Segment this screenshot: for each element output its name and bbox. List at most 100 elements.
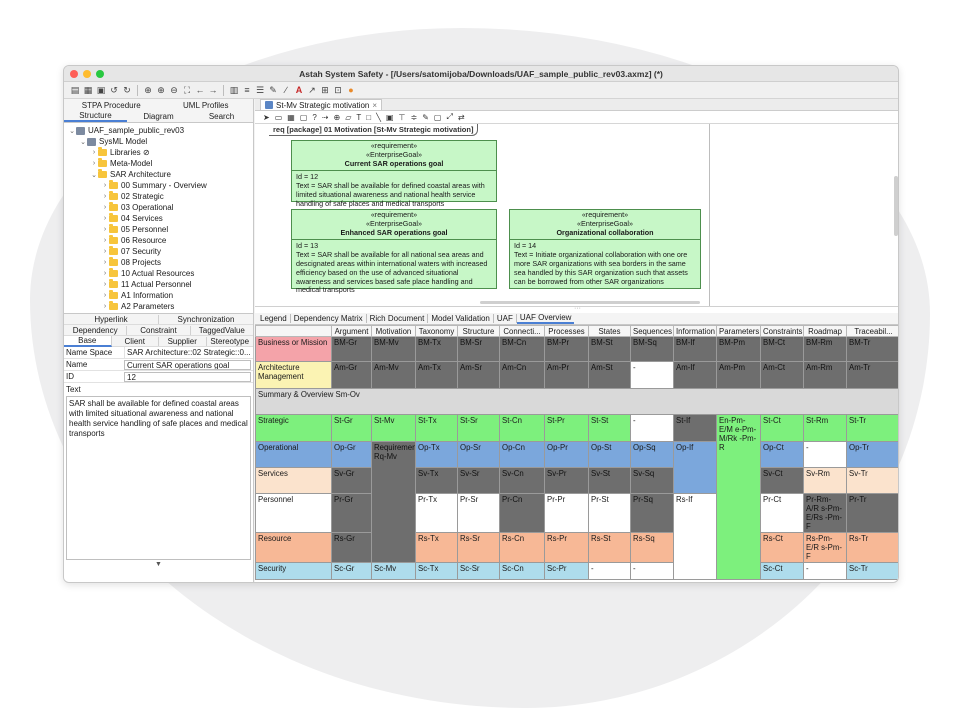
grid-cell[interactable]: Pr-Tr	[846, 493, 898, 533]
minimize-window-button[interactable]	[83, 70, 91, 78]
grid-cell[interactable]: Op-Sq	[630, 441, 674, 468]
grid-cell[interactable]: Rs-Gr	[331, 532, 372, 563]
rect-tool-icon[interactable]: □	[366, 113, 371, 122]
grid-cell[interactable]: Am-Tx	[415, 361, 458, 389]
plugin-icon[interactable]: ●	[346, 85, 356, 95]
grid-cell[interactable]: Op-Ct	[760, 441, 804, 468]
grid-cell[interactable]: -	[803, 562, 847, 580]
grid-cell[interactable]: Am-Mv	[371, 361, 416, 389]
grid-cell[interactable]: Pr-Cn	[499, 493, 545, 533]
tree-item[interactable]: › Libraries ⊘	[64, 147, 253, 158]
distribute-tool-icon[interactable]: ≑	[411, 113, 418, 122]
tree-item[interactable]: › 11 Actual Personnel	[64, 279, 253, 290]
chevron-right-icon[interactable]: ›	[101, 248, 109, 255]
grid-cell[interactable]: En-Pm-E/M e-Pm-M/Rk -Pm-R	[716, 414, 761, 580]
pin-tool-icon[interactable]: ✎	[422, 113, 429, 122]
grid-cell[interactable]: -	[630, 414, 674, 442]
column-header[interactable]: Argument	[331, 325, 372, 337]
grid-cell[interactable]: BM-Sq	[630, 336, 674, 362]
grid-cell[interactable]: Op-St	[588, 441, 631, 468]
grid-cell[interactable]: Sv-Sq	[630, 467, 674, 494]
column-header[interactable]: Taxonomy	[415, 325, 458, 337]
chevron-down-icon[interactable]: ⌄	[68, 127, 76, 135]
tree-item[interactable]: ⌄ UAF_sample_public_rev03	[64, 125, 253, 136]
tab-uaf[interactable]: UAF	[494, 314, 517, 323]
distribute-icon[interactable]: ⊞	[320, 85, 330, 95]
forward-icon[interactable]: →	[208, 85, 218, 95]
grid-cell[interactable]: Sc-Cn	[499, 562, 545, 580]
tree-item[interactable]: › 07 Security	[64, 246, 253, 257]
style-icon[interactable]: ✎	[268, 85, 278, 95]
tab-model-validation[interactable]: Model Validation	[428, 314, 494, 323]
grid-cell[interactable]: Am-Sr	[457, 361, 500, 389]
grid-cell[interactable]: Sc-Tr	[846, 562, 898, 580]
grid-cell[interactable]: Sv-Gr	[331, 467, 372, 494]
column-header[interactable]: Motivation	[371, 325, 416, 337]
tab-client[interactable]: Client	[112, 336, 159, 346]
grid-cell[interactable]: BM-Tr	[846, 336, 898, 362]
grid-cell[interactable]: St-Gr	[331, 414, 372, 442]
frame-tool-icon[interactable]: ▢	[434, 113, 442, 122]
grid-cell[interactable]: Sv-Rm	[803, 467, 847, 494]
grid-cell[interactable]: Sv-Ct	[760, 467, 804, 494]
grid-cell[interactable]: -	[630, 562, 674, 580]
undo-icon[interactable]: ↺	[109, 85, 119, 95]
tree-item[interactable]: ⌄ SAR Architecture	[64, 169, 253, 180]
grid-cell[interactable]: Rs-St	[588, 532, 631, 563]
tab-search[interactable]: Search	[190, 112, 253, 121]
column-header[interactable]: Structure	[457, 325, 500, 337]
tab-stpa-procedure[interactable]: STPA Procedure	[64, 101, 159, 110]
tree-item[interactable]: › 08 Projects	[64, 257, 253, 268]
zoom-window-button[interactable]	[96, 70, 104, 78]
chevron-right-icon[interactable]: ›	[101, 215, 109, 222]
test-case-tool-icon[interactable]: ?	[312, 113, 316, 122]
grid-cell[interactable]: Am-St	[588, 361, 631, 389]
column-header[interactable]: Constraints	[760, 325, 804, 337]
font-color-icon[interactable]: A	[294, 85, 304, 95]
column-header[interactable]: Roadmap	[803, 325, 847, 337]
back-icon[interactable]: ←	[195, 85, 205, 95]
tree-item[interactable]: › 02 Strategic	[64, 191, 253, 202]
grid-cell[interactable]: Op-Tx	[415, 441, 458, 468]
horizontal-scrollbar[interactable]	[480, 301, 700, 304]
tree-item[interactable]: › A1 Information	[64, 290, 253, 301]
line-style-icon[interactable]: ↗	[307, 85, 317, 95]
tab-strategic-motivation[interactable]: St-Mv Strategic motivation ×	[260, 99, 383, 110]
grid-cell[interactable]: Am-If	[673, 361, 717, 389]
grid-cell[interactable]: St-Tx	[415, 414, 458, 442]
scroll-down-icon[interactable]: ▼	[64, 561, 253, 570]
grid-cell[interactable]: Pr-Pr	[544, 493, 589, 533]
grid-cell[interactable]: Am-Ct	[760, 361, 804, 389]
save-icon[interactable]: ▣	[96, 85, 106, 95]
grid-cell[interactable]: St-Tr	[846, 414, 898, 442]
grid-cell[interactable]: St-Pr	[544, 414, 589, 442]
grid-cell[interactable]: Am-Cn	[499, 361, 545, 389]
column-header[interactable]: Traceabil...	[846, 325, 898, 337]
group-icon[interactable]: ⊡	[333, 85, 343, 95]
grid-cell[interactable]: BM-Sr	[457, 336, 500, 362]
column-header[interactable]: Parameters	[716, 325, 761, 337]
column-header[interactable]: Processes	[544, 325, 589, 337]
row-header[interactable]: Business or Mission	[255, 336, 332, 362]
tab-supplier[interactable]: Supplier	[159, 336, 207, 346]
chevron-right-icon[interactable]: ›	[90, 160, 98, 167]
redo-icon[interactable]: ↻	[122, 85, 132, 95]
grid-cell[interactable]: BM-Gr	[331, 336, 372, 362]
row-header[interactable]: Strategic	[255, 414, 332, 442]
chevron-right-icon[interactable]: ›	[101, 204, 109, 211]
row-header[interactable]: Personnel	[255, 493, 332, 533]
id-field[interactable]: 12	[124, 371, 251, 382]
containment-tool-icon[interactable]: ⊕	[334, 113, 341, 122]
grid-cell[interactable]: Requirements Rq-Mv	[371, 441, 416, 563]
grid-cell[interactable]: Pr-Sr	[457, 493, 500, 533]
grid-cell[interactable]: Am-Gr	[331, 361, 372, 389]
grid-cell[interactable]: Pr-Sq	[630, 493, 674, 533]
zoom-out-icon[interactable]: ⊖	[169, 85, 179, 95]
row-header[interactable]: Services	[255, 467, 332, 494]
layout-icon[interactable]: ☰	[255, 85, 265, 95]
tab-structure[interactable]: Structure	[64, 111, 127, 122]
chevron-right-icon[interactable]: ›	[101, 237, 109, 244]
text-tool-icon[interactable]: T	[356, 113, 361, 122]
grid-cell[interactable]: Pr-Rm-A/R s-Pm-E/Rs -Pm-F	[803, 493, 847, 533]
grid-cell[interactable]: Op-Gr	[331, 441, 372, 468]
